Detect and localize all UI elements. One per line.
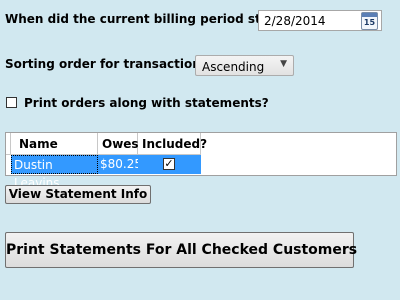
calendar-icon[interactable]: 15	[361, 12, 378, 30]
sorting-order-select[interactable]: Ascending ▼	[195, 55, 294, 76]
print-orders-checkbox[interactable]	[6, 97, 17, 108]
print-orders-label: Print orders along with statements?	[24, 96, 269, 110]
table-row-name-cell[interactable]: Dustin Leavins	[11, 155, 98, 190]
print-all-statements-button[interactable]: Print Statements For All Checked Custome…	[5, 232, 357, 268]
sorting-order-selected-value: Ascending	[202, 60, 265, 74]
billing-start-date-value[interactable]: 2/28/2014	[264, 14, 326, 28]
customers-grid[interactable]: Name Owes Included? Dustin Leavins $80.2…	[5, 132, 397, 190]
included-checkbox[interactable]: ✓	[163, 158, 175, 170]
column-header-included[interactable]: Included?	[138, 133, 207, 155]
column-header-owes[interactable]: Owes	[98, 133, 139, 155]
billing-start-question: When did the current billing period star…	[5, 12, 288, 26]
view-statement-button[interactable]: View Statement Info	[5, 185, 151, 204]
calendar-day-number: 15	[363, 18, 376, 27]
table-row-included-cell[interactable]: ✓	[138, 155, 201, 174]
sorting-order-label: Sorting order for transactions:	[5, 57, 213, 71]
table-row-owes-cell[interactable]: $80.25	[98, 155, 142, 174]
chevron-down-icon: ▼	[280, 59, 287, 69]
column-header-name[interactable]: Name	[11, 133, 98, 155]
